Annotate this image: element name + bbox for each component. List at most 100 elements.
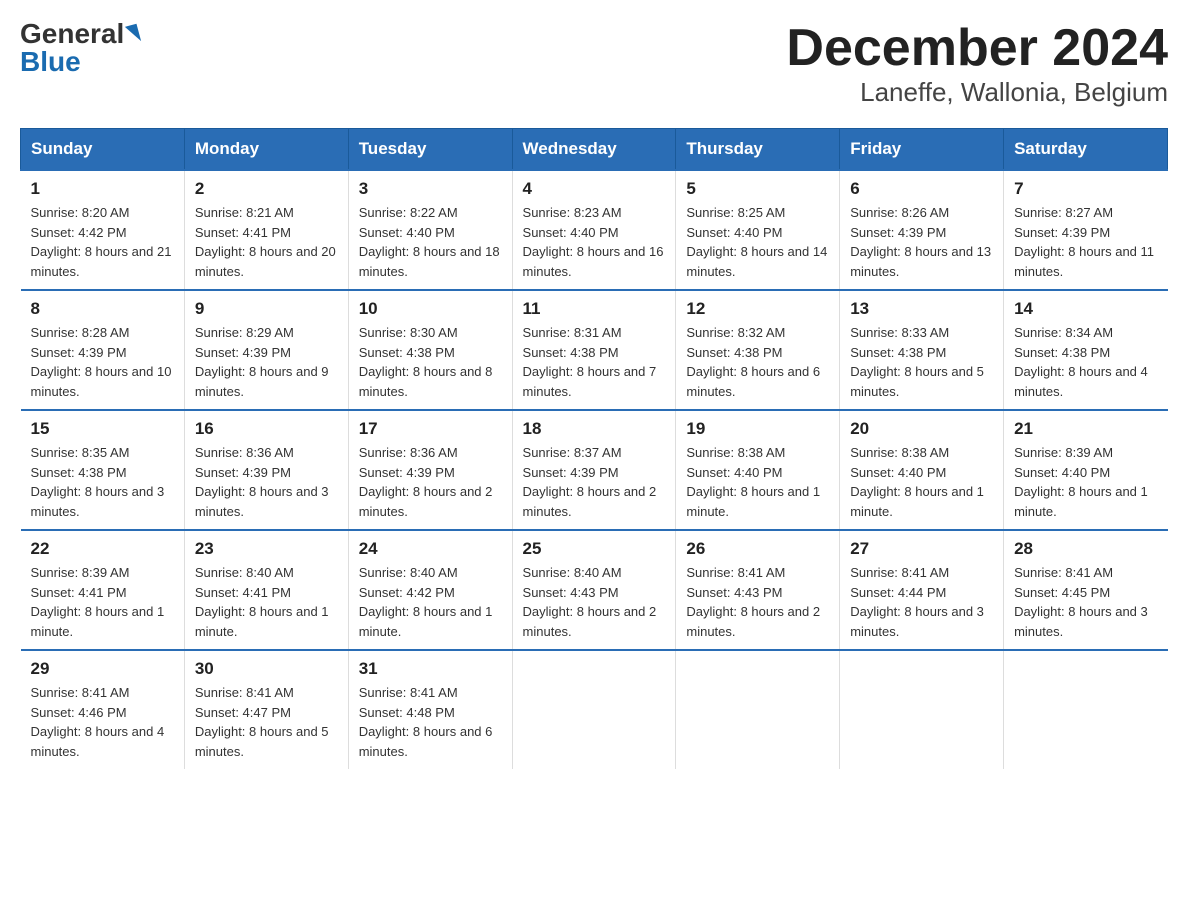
day-number: 2 — [195, 179, 338, 199]
calendar-cell: 27 Sunrise: 8:41 AMSunset: 4:44 PMDaylig… — [840, 530, 1004, 650]
day-info: Sunrise: 8:41 AMSunset: 4:44 PMDaylight:… — [850, 565, 984, 639]
calendar-cell: 28 Sunrise: 8:41 AMSunset: 4:45 PMDaylig… — [1004, 530, 1168, 650]
day-number: 18 — [523, 419, 666, 439]
calendar-cell: 3 Sunrise: 8:22 AMSunset: 4:40 PMDayligh… — [348, 170, 512, 290]
day-info: Sunrise: 8:22 AMSunset: 4:40 PMDaylight:… — [359, 205, 500, 279]
calendar-cell: 31 Sunrise: 8:41 AMSunset: 4:48 PMDaylig… — [348, 650, 512, 769]
day-number: 13 — [850, 299, 993, 319]
day-info: Sunrise: 8:40 AMSunset: 4:42 PMDaylight:… — [359, 565, 493, 639]
calendar-header: SundayMondayTuesdayWednesdayThursdayFrid… — [21, 129, 1168, 171]
calendar-cell: 24 Sunrise: 8:40 AMSunset: 4:42 PMDaylig… — [348, 530, 512, 650]
day-info: Sunrise: 8:41 AMSunset: 4:48 PMDaylight:… — [359, 685, 493, 759]
day-number: 19 — [686, 419, 829, 439]
page-header: General Blue December 2024 Laneffe, Wall… — [20, 20, 1168, 108]
day-info: Sunrise: 8:28 AMSunset: 4:39 PMDaylight:… — [31, 325, 172, 399]
calendar-cell: 22 Sunrise: 8:39 AMSunset: 4:41 PMDaylig… — [21, 530, 185, 650]
page-subtitle: Laneffe, Wallonia, Belgium — [786, 77, 1168, 108]
calendar-cell: 5 Sunrise: 8:25 AMSunset: 4:40 PMDayligh… — [676, 170, 840, 290]
calendar-cell: 21 Sunrise: 8:39 AMSunset: 4:40 PMDaylig… — [1004, 410, 1168, 530]
calendar-cell: 10 Sunrise: 8:30 AMSunset: 4:38 PMDaylig… — [348, 290, 512, 410]
day-info: Sunrise: 8:25 AMSunset: 4:40 PMDaylight:… — [686, 205, 827, 279]
day-number: 15 — [31, 419, 174, 439]
calendar-cell: 23 Sunrise: 8:40 AMSunset: 4:41 PMDaylig… — [184, 530, 348, 650]
header-day-saturday: Saturday — [1004, 129, 1168, 171]
day-info: Sunrise: 8:41 AMSunset: 4:46 PMDaylight:… — [31, 685, 165, 759]
day-number: 8 — [31, 299, 174, 319]
calendar-cell: 4 Sunrise: 8:23 AMSunset: 4:40 PMDayligh… — [512, 170, 676, 290]
day-info: Sunrise: 8:32 AMSunset: 4:38 PMDaylight:… — [686, 325, 820, 399]
day-number: 4 — [523, 179, 666, 199]
header-day-monday: Monday — [184, 129, 348, 171]
calendar-cell: 12 Sunrise: 8:32 AMSunset: 4:38 PMDaylig… — [676, 290, 840, 410]
day-number: 21 — [1014, 419, 1157, 439]
calendar-cell — [676, 650, 840, 769]
calendar-cell: 6 Sunrise: 8:26 AMSunset: 4:39 PMDayligh… — [840, 170, 1004, 290]
day-info: Sunrise: 8:35 AMSunset: 4:38 PMDaylight:… — [31, 445, 165, 519]
day-info: Sunrise: 8:38 AMSunset: 4:40 PMDaylight:… — [686, 445, 820, 519]
calendar-cell: 25 Sunrise: 8:40 AMSunset: 4:43 PMDaylig… — [512, 530, 676, 650]
calendar-cell: 15 Sunrise: 8:35 AMSunset: 4:38 PMDaylig… — [21, 410, 185, 530]
day-number: 7 — [1014, 179, 1157, 199]
calendar-cell — [512, 650, 676, 769]
day-info: Sunrise: 8:26 AMSunset: 4:39 PMDaylight:… — [850, 205, 991, 279]
day-info: Sunrise: 8:36 AMSunset: 4:39 PMDaylight:… — [359, 445, 493, 519]
day-number: 27 — [850, 539, 993, 559]
calendar-cell: 7 Sunrise: 8:27 AMSunset: 4:39 PMDayligh… — [1004, 170, 1168, 290]
day-info: Sunrise: 8:39 AMSunset: 4:41 PMDaylight:… — [31, 565, 165, 639]
header-row: SundayMondayTuesdayWednesdayThursdayFrid… — [21, 129, 1168, 171]
day-info: Sunrise: 8:39 AMSunset: 4:40 PMDaylight:… — [1014, 445, 1148, 519]
calendar-cell: 2 Sunrise: 8:21 AMSunset: 4:41 PMDayligh… — [184, 170, 348, 290]
day-number: 16 — [195, 419, 338, 439]
day-info: Sunrise: 8:23 AMSunset: 4:40 PMDaylight:… — [523, 205, 664, 279]
header-day-wednesday: Wednesday — [512, 129, 676, 171]
day-info: Sunrise: 8:37 AMSunset: 4:39 PMDaylight:… — [523, 445, 657, 519]
logo-blue-text: Blue — [20, 48, 81, 76]
calendar-week-4: 22 Sunrise: 8:39 AMSunset: 4:41 PMDaylig… — [21, 530, 1168, 650]
calendar-week-3: 15 Sunrise: 8:35 AMSunset: 4:38 PMDaylig… — [21, 410, 1168, 530]
header-day-tuesday: Tuesday — [348, 129, 512, 171]
calendar-body: 1 Sunrise: 8:20 AMSunset: 4:42 PMDayligh… — [21, 170, 1168, 769]
day-number: 23 — [195, 539, 338, 559]
calendar-week-2: 8 Sunrise: 8:28 AMSunset: 4:39 PMDayligh… — [21, 290, 1168, 410]
calendar-cell: 8 Sunrise: 8:28 AMSunset: 4:39 PMDayligh… — [21, 290, 185, 410]
calendar-cell: 30 Sunrise: 8:41 AMSunset: 4:47 PMDaylig… — [184, 650, 348, 769]
calendar-cell: 14 Sunrise: 8:34 AMSunset: 4:38 PMDaylig… — [1004, 290, 1168, 410]
day-info: Sunrise: 8:31 AMSunset: 4:38 PMDaylight:… — [523, 325, 657, 399]
calendar-cell: 17 Sunrise: 8:36 AMSunset: 4:39 PMDaylig… — [348, 410, 512, 530]
calendar-cell: 11 Sunrise: 8:31 AMSunset: 4:38 PMDaylig… — [512, 290, 676, 410]
day-info: Sunrise: 8:33 AMSunset: 4:38 PMDaylight:… — [850, 325, 984, 399]
day-number: 24 — [359, 539, 502, 559]
day-info: Sunrise: 8:40 AMSunset: 4:41 PMDaylight:… — [195, 565, 329, 639]
calendar-week-5: 29 Sunrise: 8:41 AMSunset: 4:46 PMDaylig… — [21, 650, 1168, 769]
page-title: December 2024 — [786, 20, 1168, 77]
day-info: Sunrise: 8:29 AMSunset: 4:39 PMDaylight:… — [195, 325, 329, 399]
calendar-cell: 19 Sunrise: 8:38 AMSunset: 4:40 PMDaylig… — [676, 410, 840, 530]
day-info: Sunrise: 8:41 AMSunset: 4:47 PMDaylight:… — [195, 685, 329, 759]
day-number: 17 — [359, 419, 502, 439]
logo-general-text: General — [20, 20, 124, 48]
logo: General Blue — [20, 20, 139, 76]
day-number: 10 — [359, 299, 502, 319]
calendar-cell: 18 Sunrise: 8:37 AMSunset: 4:39 PMDaylig… — [512, 410, 676, 530]
calendar-cell: 16 Sunrise: 8:36 AMSunset: 4:39 PMDaylig… — [184, 410, 348, 530]
header-day-friday: Friday — [840, 129, 1004, 171]
calendar-cell — [840, 650, 1004, 769]
day-number: 11 — [523, 299, 666, 319]
day-number: 29 — [31, 659, 174, 679]
day-info: Sunrise: 8:40 AMSunset: 4:43 PMDaylight:… — [523, 565, 657, 639]
day-info: Sunrise: 8:27 AMSunset: 4:39 PMDaylight:… — [1014, 205, 1154, 279]
day-info: Sunrise: 8:38 AMSunset: 4:40 PMDaylight:… — [850, 445, 984, 519]
calendar-cell — [1004, 650, 1168, 769]
title-block: December 2024 Laneffe, Wallonia, Belgium — [786, 20, 1168, 108]
day-info: Sunrise: 8:36 AMSunset: 4:39 PMDaylight:… — [195, 445, 329, 519]
day-number: 25 — [523, 539, 666, 559]
day-number: 1 — [31, 179, 174, 199]
logo-arrow-icon — [125, 24, 141, 44]
day-info: Sunrise: 8:41 AMSunset: 4:45 PMDaylight:… — [1014, 565, 1148, 639]
calendar-cell: 29 Sunrise: 8:41 AMSunset: 4:46 PMDaylig… — [21, 650, 185, 769]
day-info: Sunrise: 8:20 AMSunset: 4:42 PMDaylight:… — [31, 205, 172, 279]
calendar-cell: 13 Sunrise: 8:33 AMSunset: 4:38 PMDaylig… — [840, 290, 1004, 410]
day-number: 26 — [686, 539, 829, 559]
day-number: 9 — [195, 299, 338, 319]
day-info: Sunrise: 8:30 AMSunset: 4:38 PMDaylight:… — [359, 325, 493, 399]
